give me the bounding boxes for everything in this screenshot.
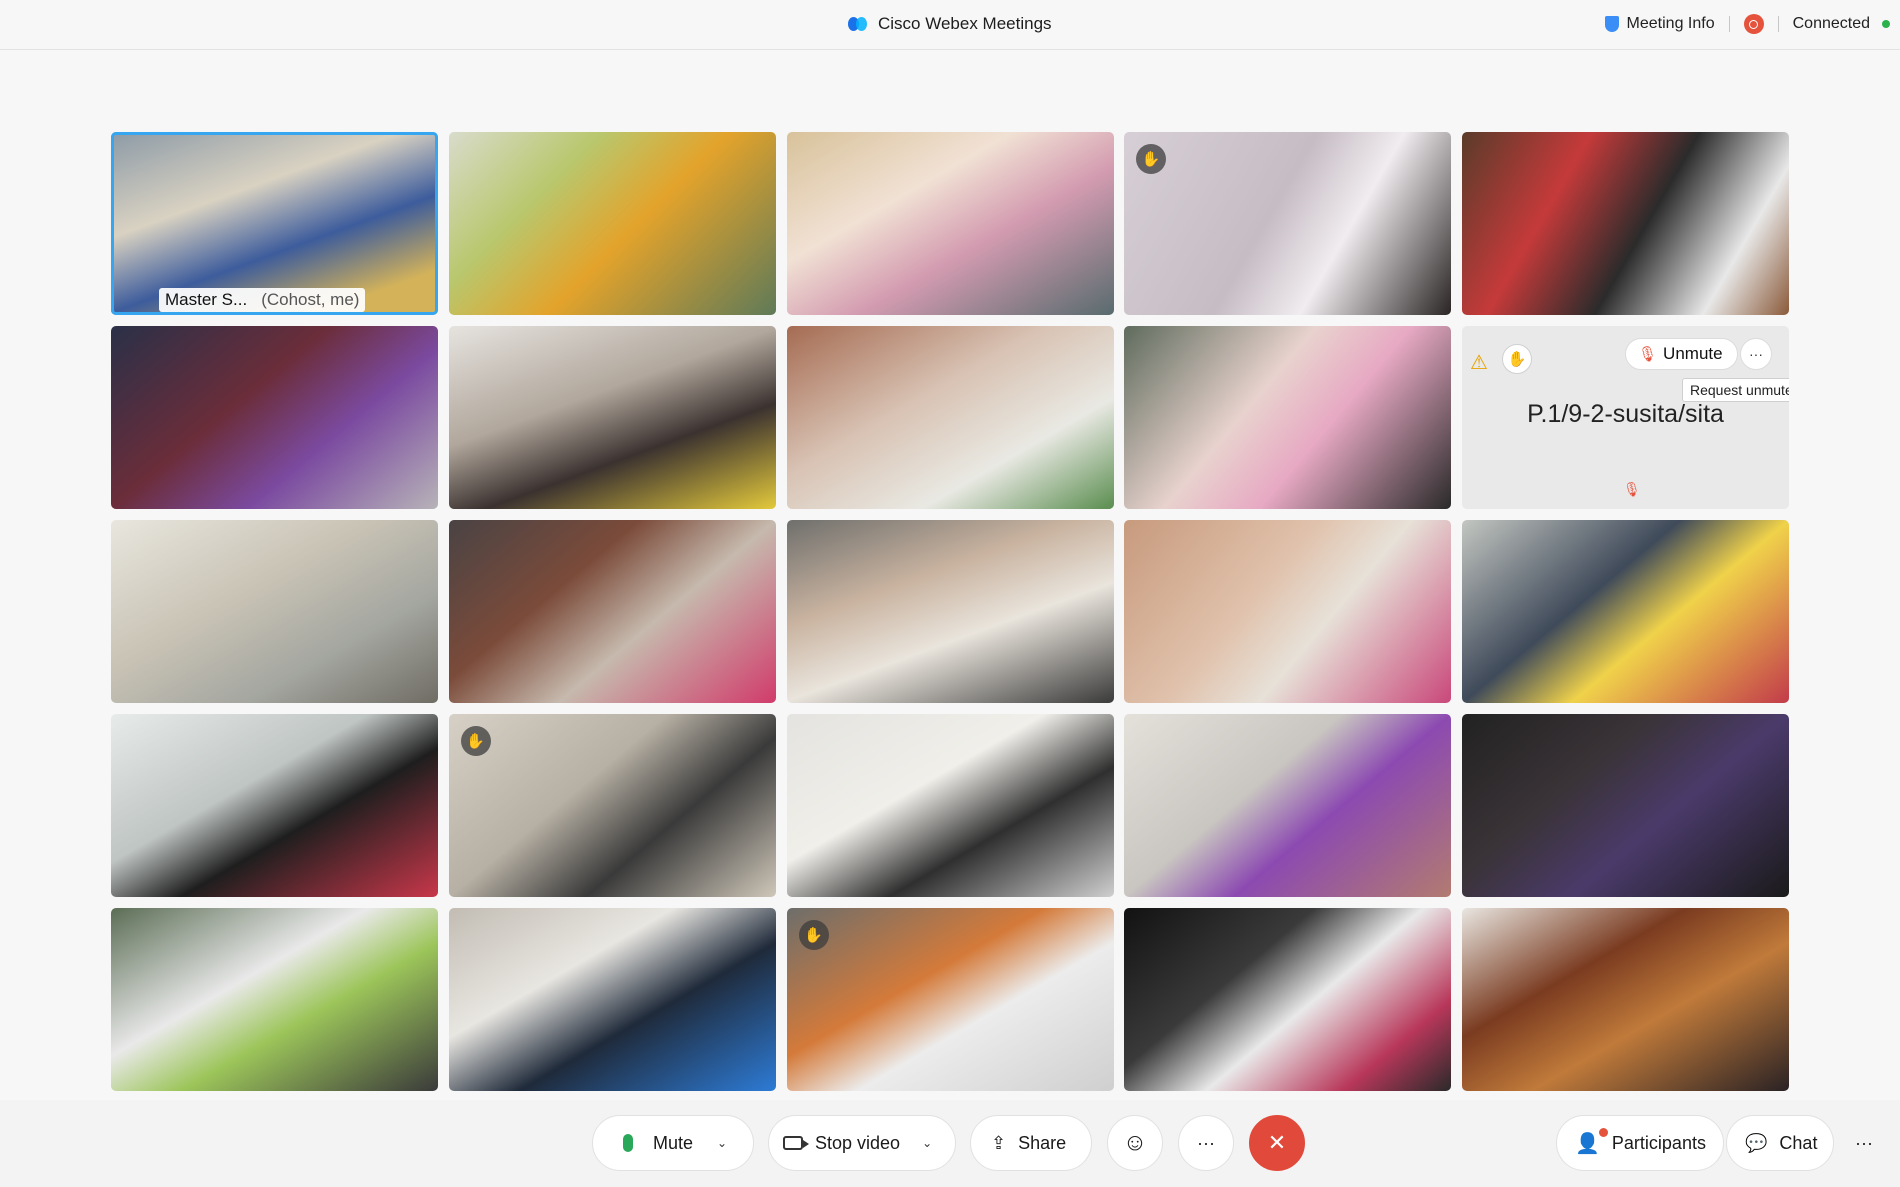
end-meeting-button[interactable]: ✕ (1249, 1115, 1305, 1171)
lower-hand-icon[interactable]: ✋ (1502, 344, 1532, 374)
participant-video-tile[interactable]: ✋ (1124, 132, 1452, 315)
camera-icon (783, 1136, 809, 1150)
mic-off-icon: 🎙 (1638, 346, 1658, 363)
participant-name: P.1/9-2-susita/sita (1527, 400, 1724, 428)
participant-video-tile[interactable] (448, 132, 776, 315)
person-icon: 👤 (1575, 1132, 1600, 1155)
participants-label: Participants (1611, 1132, 1706, 1153)
participant-video-tile[interactable] (786, 714, 1114, 897)
chat-label: Chat (1779, 1132, 1818, 1153)
participant-video-tile[interactable] (1462, 132, 1789, 315)
participant-video-tile[interactable] (448, 520, 776, 703)
title-bar: Cisco Webex Meetings Meeting Info Connec… (0, 0, 1900, 50)
self-name: Master S... (165, 290, 248, 309)
mute-options-chevron-down-icon[interactable]: ⌄ (717, 1136, 727, 1150)
header-right: Meeting Info Connected (1604, 14, 1890, 34)
more-icon: ··· (1855, 1132, 1873, 1153)
participant-video-tile[interactable] (111, 326, 438, 509)
participant-video-tile[interactable]: ✋ (786, 908, 1114, 1091)
share-icon: ⇪ (991, 1132, 1007, 1153)
raised-hand-icon: ✋ (1136, 144, 1167, 174)
more-options-button[interactable]: ··· (1178, 1115, 1234, 1171)
chat-bubble-icon: 💬 (1745, 1132, 1768, 1153)
self-name-label: Master S... (Cohost, me) (159, 288, 366, 312)
participant-video-tile[interactable] (1462, 908, 1789, 1091)
participant-video-tile[interactable] (1462, 520, 1789, 703)
notification-dot (1599, 1128, 1608, 1137)
self-video-tile[interactable]: Master S... (Cohost, me) (111, 132, 438, 315)
control-bar: Mute ⌄ Stop video ⌄ ⇪ Share ☺ ··· ✕ 👤 Pa… (0, 1100, 1900, 1187)
participant-video-tile[interactable] (111, 520, 438, 703)
share-label: Share (1018, 1132, 1067, 1153)
participant-video-tile[interactable] (1124, 714, 1452, 897)
unmute-label: Unmute (1663, 344, 1723, 363)
connected-dot-icon (1882, 20, 1890, 28)
more-icon: ··· (1197, 1132, 1215, 1153)
participant-video-tile[interactable] (786, 326, 1114, 509)
participant-video-tile[interactable] (1124, 326, 1452, 509)
app-title: Cisco Webex Meetings (848, 14, 1052, 34)
participant-video-tile[interactable]: ✋ (448, 714, 776, 897)
connection-status: Connected (1792, 15, 1870, 32)
participant-video-tile[interactable] (111, 714, 438, 897)
recording-icon[interactable] (1743, 14, 1764, 34)
more-icon: ··· (1749, 346, 1763, 362)
microphone-icon (623, 1134, 633, 1152)
participant-video-tile[interactable] (786, 132, 1114, 315)
overflow-menu-button[interactable]: ··· (1836, 1115, 1892, 1171)
participant-video-tile[interactable] (786, 520, 1114, 703)
smile-icon: ☺ (1122, 1129, 1148, 1156)
participant-video-tile[interactable] (448, 326, 776, 509)
divider (1777, 16, 1779, 32)
mute-button[interactable]: Mute ⌄ (592, 1115, 754, 1171)
warning-icon: ⚠ (1470, 352, 1488, 374)
muted-mic-icon: 🎙 (1623, 481, 1641, 497)
reactions-button[interactable]: ☺ (1107, 1115, 1163, 1171)
chat-button[interactable]: 💬 Chat (1726, 1115, 1834, 1171)
tile-more-button[interactable]: ··· (1740, 338, 1772, 370)
shield-icon (1604, 16, 1619, 32)
self-role: (Cohost, me) (261, 290, 360, 309)
participant-video-tile[interactable]: ⚠ ✋ 🎙 Unmute ··· Request unmute P.1/9-2-susita… (1462, 326, 1789, 509)
video-grid: Master S... (Cohost, me) ✋ ⚠ ✋ 🎙 Unmute ··· Requ… (111, 132, 1789, 1091)
share-button[interactable]: ⇪ Share (970, 1115, 1092, 1171)
participant-video-tile[interactable] (1124, 908, 1452, 1091)
raised-hand-icon: ✋ (460, 726, 491, 756)
meeting-info-button[interactable]: Meeting Info (1627, 15, 1715, 33)
mute-label: Mute (653, 1132, 694, 1153)
divider (1728, 16, 1730, 32)
stop-video-button[interactable]: Stop video ⌄ (768, 1115, 956, 1171)
participant-video-tile[interactable] (111, 908, 438, 1091)
participants-button[interactable]: 👤 Participants (1556, 1115, 1724, 1171)
webex-logo-icon (848, 16, 868, 32)
video-options-chevron-down-icon[interactable]: ⌄ (922, 1136, 932, 1150)
participant-video-tile[interactable] (448, 908, 776, 1091)
participant-video-tile[interactable] (1462, 714, 1789, 897)
unmute-button[interactable]: 🎙 Unmute (1625, 338, 1738, 370)
raised-hand-icon: ✋ (798, 920, 829, 950)
app-title-text: Cisco Webex Meetings (878, 14, 1052, 33)
participant-video-tile[interactable] (1124, 520, 1452, 703)
stop-video-label: Stop video (815, 1132, 901, 1153)
request-unmute-tooltip: Request unmute (1682, 378, 1789, 402)
close-icon: ✕ (1267, 1130, 1287, 1155)
